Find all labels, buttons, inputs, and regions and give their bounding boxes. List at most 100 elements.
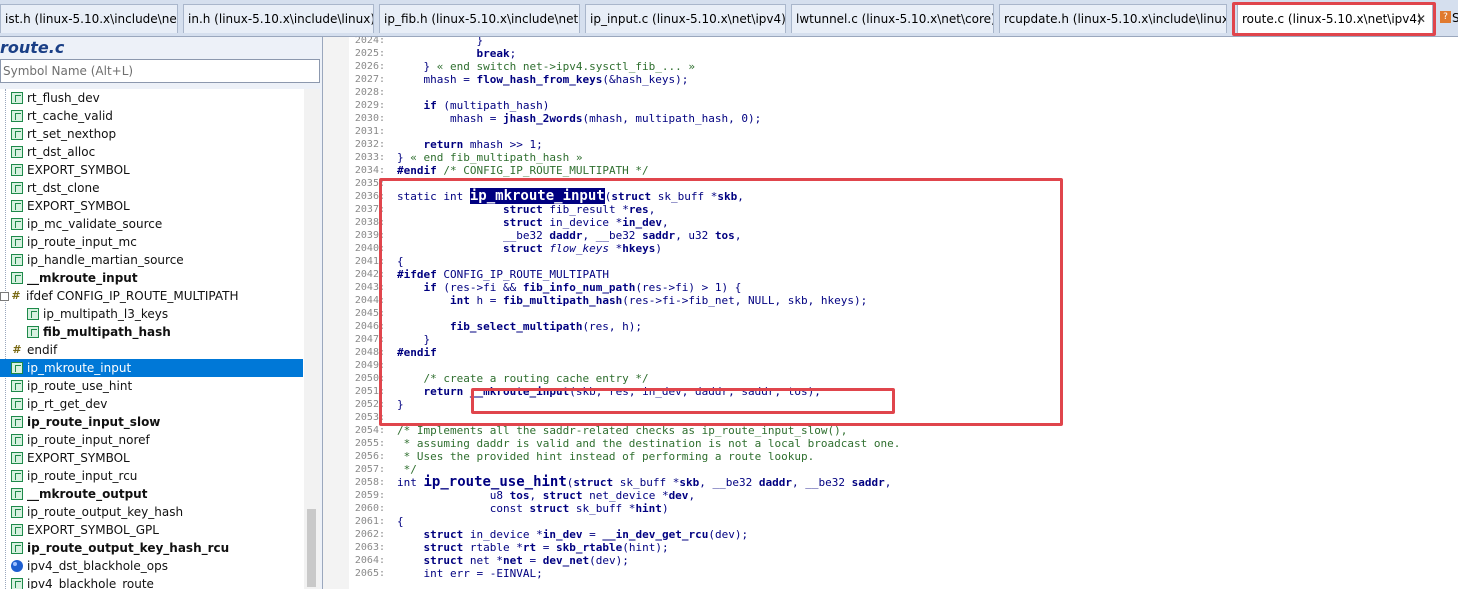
line-number: 2032:	[354, 139, 385, 150]
symbol-item[interactable]: rt_set_nexthop	[0, 125, 303, 143]
return-call-annotation-box	[471, 388, 895, 414]
code-line[interactable]: return mhash >> 1;	[397, 138, 543, 151]
function-icon	[11, 398, 23, 410]
code-line[interactable]: u8 tos, struct net_device *dev,	[397, 489, 695, 502]
symbol-label: ip_mc_validate_source	[27, 217, 163, 231]
file-overflow-icon[interactable]: ?	[1440, 11, 1451, 23]
symbol-item[interactable]: ipv4_blackhole_route	[0, 575, 303, 589]
symbol-item[interactable]: ip_route_use_hint	[0, 377, 303, 395]
symbol-label: __mkroute_input	[27, 271, 138, 285]
code-line[interactable]: struct in_device *in_dev = __in_dev_get_…	[397, 528, 749, 541]
symbol-item[interactable]: # endif	[0, 341, 303, 359]
tab-1[interactable]: in.h (linux-5.10.x\include\linux)	[183, 4, 374, 33]
function-icon	[11, 164, 23, 176]
line-number: 2030:	[354, 113, 385, 124]
code-line[interactable]: int err = -EINVAL;	[397, 567, 542, 580]
function-icon	[11, 362, 23, 374]
line-number: 2031:	[354, 126, 385, 137]
code-line[interactable]: mhash = jhash_2words(mhash, multipath_ha…	[397, 112, 761, 125]
symbol-item[interactable]: ip_route_output_key_hash	[0, 503, 303, 521]
code-line[interactable]: struct rtable *rt = skb_rtable(hint);	[397, 541, 669, 554]
hash-icon: #	[12, 343, 22, 356]
code-line[interactable]: */	[397, 463, 417, 476]
function-icon	[11, 434, 23, 446]
symbol-search-input[interactable]	[0, 59, 320, 83]
symbol-panel: route.c rt_flush_dev rt_cache_valid rt_set…	[0, 37, 323, 589]
code-line[interactable]: int ip_route_use_hint(struct sk_buff *sk…	[397, 475, 891, 489]
symbol-item[interactable]: ip_route_input_noref	[0, 431, 303, 449]
symbol-item[interactable]: EXPORT_SYMBOL_GPL	[0, 521, 303, 539]
symbol-label: rt_dst_alloc	[27, 145, 96, 159]
code-line[interactable]: * Uses the provided hint instead of perf…	[397, 450, 815, 463]
symbol-item[interactable]: EXPORT_SYMBOL	[0, 161, 303, 179]
code-line[interactable]: if (multipath_hash)	[397, 99, 550, 112]
symbol-item[interactable]: ip_route_input_rcu	[0, 467, 303, 485]
line-number: 2062:	[354, 529, 385, 540]
symbol-label: ip_rt_get_dev	[27, 397, 108, 411]
symbol-label: ip_route_input_mc	[27, 235, 137, 249]
line-number: 2065:	[354, 568, 385, 579]
line-number: 2064:	[354, 555, 385, 566]
symbol-item[interactable]: __mkroute_output	[0, 485, 303, 503]
symbol-list-scrollbar[interactable]	[304, 89, 320, 589]
symbol-list: rt_flush_dev rt_cache_valid rt_set_nexthop…	[0, 89, 320, 589]
code-editor[interactable]: 2024: 2025: 2026: 2027: 2028: 2029: 2030: 2031:…	[323, 37, 1458, 589]
symbol-label: ip_mkroute_input	[27, 361, 132, 375]
active-tab-annotation-box	[1232, 2, 1436, 36]
tab-4[interactable]: lwtunnel.c (linux-5.10.x\net\core)	[791, 4, 994, 33]
tab-0[interactable]: ist.h (linux-5.10.x\include\net)	[0, 4, 178, 33]
code-line[interactable]: mhash = flow_hash_from_keys(&hash_keys);	[397, 73, 688, 86]
tab-5[interactable]: rcupdate.h (linux-5.10.x\include\linux)	[999, 4, 1227, 33]
symbol-item[interactable]: ip_mc_validate_source	[0, 215, 303, 233]
function-icon	[11, 488, 23, 500]
tab-label: in.h (linux-5.10.x\include\linux)	[188, 12, 374, 26]
symbol-item[interactable]: rt_flush_dev	[0, 89, 303, 107]
symbol-item[interactable]: ip_route_input_slow	[0, 413, 303, 431]
tab-label: ip_input.c (linux-5.10.x\net\ipv4)	[590, 12, 786, 26]
tab-3[interactable]: ip_input.c (linux-5.10.x\net\ipv4)	[585, 4, 786, 33]
scrollbar-thumb[interactable]	[307, 509, 316, 587]
code-line[interactable]: const struct sk_buff *hint)	[397, 502, 669, 515]
code-line[interactable]: struct net *net = dev_net(dev);	[397, 554, 629, 567]
symbol-item[interactable]: ip_handle_martian_source	[0, 251, 303, 269]
symbol-item[interactable]: # ifdef CONFIG_IP_ROUTE_MULTIPATH	[0, 287, 303, 305]
function-icon	[11, 236, 23, 248]
code-line[interactable]: } « end fib_multipath_hash »	[397, 151, 582, 164]
symbol-item[interactable]: rt_dst_alloc	[0, 143, 303, 161]
symbol-label: fib_multipath_hash	[43, 325, 171, 339]
symbol-item[interactable]: EXPORT_SYMBOL	[0, 197, 303, 215]
symbol-item[interactable]: EXPORT_SYMBOL	[0, 449, 303, 467]
symbol-item[interactable]: rt_dst_clone	[0, 179, 303, 197]
line-number: 2055:	[354, 438, 385, 449]
symbol-item[interactable]: ip_rt_get_dev	[0, 395, 303, 413]
code-line[interactable]: } « end switch net->ipv4.sysctl_fib_... …	[397, 60, 695, 73]
code-line[interactable]: * assuming daddr is valid and the destin…	[397, 437, 901, 450]
symbol-item[interactable]: ipv4_dst_blackhole_ops	[0, 557, 303, 575]
symbol-item[interactable]: fib_multipath_hash	[0, 323, 303, 341]
symbol-label: rt_flush_dev	[27, 91, 100, 105]
symbol-item[interactable]: ip_route_output_key_hash_rcu	[0, 539, 303, 557]
symbol-item[interactable]: ip_multipath_l3_keys	[0, 305, 303, 323]
collapse-toggle-icon[interactable]	[0, 292, 9, 301]
symbol-label: rt_set_nexthop	[27, 127, 117, 141]
variable-icon	[11, 560, 23, 572]
function-icon	[11, 380, 23, 392]
code-line[interactable]: break;	[397, 47, 516, 60]
symbol-item[interactable]: ip_route_input_mc	[0, 233, 303, 251]
code-line[interactable]: {	[397, 515, 404, 528]
function-icon	[11, 254, 23, 266]
code-line[interactable]: }	[397, 37, 483, 47]
function-icon	[11, 92, 23, 104]
symbol-item[interactable]: ip_mkroute_input	[0, 359, 303, 377]
code-line[interactable]: #endif /* CONFIG_IP_ROUTE_MULTIPATH */	[397, 164, 649, 177]
symbol-item[interactable]: rt_cache_valid	[0, 107, 303, 125]
tab-2[interactable]: ip_fib.h (linux-5.10.x\include\net)	[379, 4, 580, 33]
tab-overflow-label: S	[1452, 11, 1458, 25]
function-icon	[11, 272, 23, 284]
symbol-item[interactable]: __mkroute_input	[0, 269, 303, 287]
function-icon	[11, 182, 23, 194]
line-number: 2028:	[354, 87, 385, 98]
line-number: 2027:	[354, 74, 385, 85]
function-icon	[11, 128, 23, 140]
symbol-label: ip_multipath_l3_keys	[43, 307, 169, 321]
